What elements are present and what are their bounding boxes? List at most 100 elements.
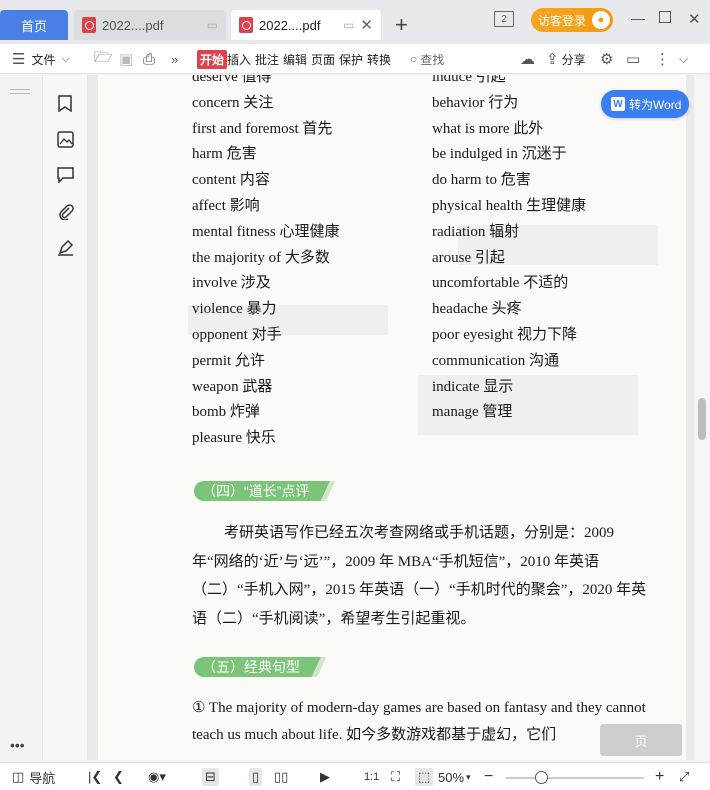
- vertical-scrollbar[interactable]: [694, 75, 710, 760]
- window-count-icon[interactable]: 2: [494, 11, 514, 27]
- file-menu-button[interactable]: ☰ 文件 ⌵: [12, 44, 70, 74]
- document-viewport[interactable]: deserve 值得 concern 关注 first and foremost…: [88, 75, 710, 760]
- attachment-icon[interactable]: [55, 201, 75, 221]
- first-page-icon[interactable]: |❮: [88, 768, 102, 786]
- zoom-out-button[interactable]: −: [484, 768, 493, 786]
- open-folder-icon[interactable]: 🗁: [94, 44, 113, 74]
- search-label: 查找: [420, 52, 445, 67]
- login-label: 访客登录: [538, 13, 587, 28]
- bookmark-icon[interactable]: [55, 93, 75, 113]
- share-icon: ⇪: [546, 51, 559, 68]
- zoom-level[interactable]: 50% ▾: [438, 768, 471, 786]
- print-icon[interactable]: ⎙: [143, 44, 155, 74]
- new-tab-button[interactable]: +: [395, 12, 408, 38]
- window-mode-icon[interactable]: ▭: [343, 18, 354, 32]
- vocab-item: be indulged in 沉迷于: [432, 146, 567, 163]
- vocab-item: radiation 辐射: [432, 223, 520, 240]
- pdf-page: deserve 值得 concern 关注 first and foremost…: [98, 75, 686, 760]
- guest-login-button[interactable]: 访客登录 ●: [531, 8, 613, 32]
- eye-protect-icon[interactable]: ◉▾: [148, 768, 166, 786]
- convert-label: 转为Word: [629, 97, 682, 112]
- fit-width-icon[interactable]: ⬚: [415, 768, 434, 786]
- signature-icon[interactable]: [55, 237, 75, 257]
- collapse-ribbon-icon[interactable]: ⌵: [679, 44, 688, 74]
- section-heading: （四）“道长”点评: [194, 481, 338, 501]
- vocab-list-right: induce 引起 behavior 行为 what is more 此外 be…: [432, 75, 586, 426]
- tab-convert[interactable]: 转换: [367, 44, 391, 74]
- share-label: 分享: [561, 52, 586, 67]
- search-icon: ○: [410, 52, 418, 66]
- more-arrows-icon[interactable]: »: [171, 44, 178, 74]
- close-tab-icon[interactable]: ✕: [360, 16, 373, 34]
- minimize-icon[interactable]: —: [631, 10, 645, 26]
- share-button[interactable]: ⇪ 分享: [546, 44, 586, 74]
- section-heading: （五）经典句型: [194, 657, 328, 677]
- section-heading-label: （五）经典句型: [194, 657, 310, 677]
- vocab-item: uncomfortable 不适的: [432, 275, 569, 292]
- left-rail: •••: [0, 75, 43, 760]
- zoom-slider-handle[interactable]: [535, 771, 548, 784]
- vocab-item: permit 允许: [192, 352, 265, 369]
- tab-edit[interactable]: 编辑: [283, 44, 307, 74]
- cloud-sync-icon[interactable]: ☁: [520, 44, 535, 74]
- actual-size-icon[interactable]: 1:1: [364, 768, 379, 786]
- zoom-slider[interactable]: [506, 777, 644, 779]
- tab-home[interactable]: 首页: [0, 10, 68, 40]
- zoom-value: 50%: [438, 769, 465, 785]
- vocab-item: violence 暴力: [192, 301, 277, 318]
- tab-document-1[interactable]: 2022....pdf ▭: [74, 10, 226, 40]
- vocab-list-left: deserve 值得 concern 关注 first and foremost…: [192, 75, 339, 452]
- convert-to-word-button[interactable]: W 转为Word: [601, 90, 689, 118]
- vocab-item: bomb 炸弹: [192, 404, 260, 421]
- chevron-down-icon: ⌵: [61, 52, 70, 65]
- single-page-icon[interactable]: ▯: [249, 768, 263, 786]
- status-bar: ◫ 导航 |❮ ❮ ◉▾ ⊟ ▯ ▯▯ ▶ 1:1 ⛶ ⬚ 50% ▾ − + …: [0, 762, 710, 790]
- heading-decoration: [310, 657, 328, 677]
- tab-start[interactable]: 开始: [197, 44, 228, 74]
- fit-page-icon[interactable]: ⛶: [391, 768, 400, 786]
- window-mode-icon[interactable]: ▭: [207, 18, 218, 32]
- search-button[interactable]: ○ 查找: [410, 44, 444, 74]
- more-icon[interactable]: ⋮: [655, 44, 670, 74]
- tab-label: 2022....pdf: [259, 17, 321, 33]
- vocab-item: headache 头疼: [432, 301, 522, 318]
- gear-icon[interactable]: ⚙: [600, 44, 613, 74]
- double-page-icon[interactable]: ▯▯: [274, 768, 288, 786]
- vocab-item: mental fitness 心理健康: [192, 223, 340, 240]
- vocab-item: affect 影响: [192, 197, 260, 214]
- heading-decoration: [319, 481, 338, 501]
- scrollbar-thumb[interactable]: [698, 398, 706, 440]
- close-window-icon[interactable]: ✕: [688, 10, 701, 28]
- play-icon[interactable]: ▶: [320, 768, 330, 786]
- vocab-item: what is more 此外: [432, 120, 544, 137]
- tab-insert[interactable]: 插入: [227, 44, 251, 74]
- continuous-view-icon[interactable]: ⊟: [202, 768, 219, 786]
- tab-annotate[interactable]: 批注: [255, 44, 279, 74]
- vocab-item: arouse 引起: [432, 249, 505, 266]
- pdf-file-icon: [82, 17, 96, 33]
- tab-page[interactable]: 页面: [311, 44, 335, 74]
- vocab-item: physical health 生理健康: [432, 197, 587, 214]
- vocab-item: indicate 显示: [432, 378, 514, 395]
- chevron-down-icon: ▾: [466, 771, 471, 782]
- section-heading-label: （四）“道长”点评: [194, 481, 320, 501]
- fullscreen-icon[interactable]: ⤢: [679, 768, 689, 786]
- prev-page-icon[interactable]: ❮: [113, 768, 124, 786]
- tab-document-2[interactable]: 2022....pdf ▭ ✕: [231, 10, 381, 40]
- commentary-paragraph: 考研英语写作已经五次考查网络或手机话题，分别是：2009 年“网络的‘近’与‘远…: [192, 525, 647, 627]
- save-icon[interactable]: ▣: [119, 44, 133, 74]
- tab-protect[interactable]: 保护: [339, 44, 363, 74]
- vocab-item: deserve 值得: [192, 75, 272, 85]
- vocab-item: content 内容: [192, 172, 270, 189]
- more-options-icon[interactable]: •••: [10, 737, 25, 753]
- thumbnail-icon[interactable]: [55, 129, 75, 149]
- zoom-in-button[interactable]: +: [655, 768, 664, 786]
- vocab-item: harm 危害: [192, 146, 257, 163]
- comment-icon[interactable]: ▭: [626, 44, 640, 74]
- comment-icon[interactable]: [55, 165, 75, 185]
- maximize-icon[interactable]: [659, 11, 671, 23]
- window-count: 2: [501, 13, 507, 25]
- navigation-button[interactable]: ◫ 导航: [12, 768, 55, 786]
- vocab-item: the majority of 大多数: [192, 249, 330, 266]
- avatar-icon: ●: [592, 11, 610, 29]
